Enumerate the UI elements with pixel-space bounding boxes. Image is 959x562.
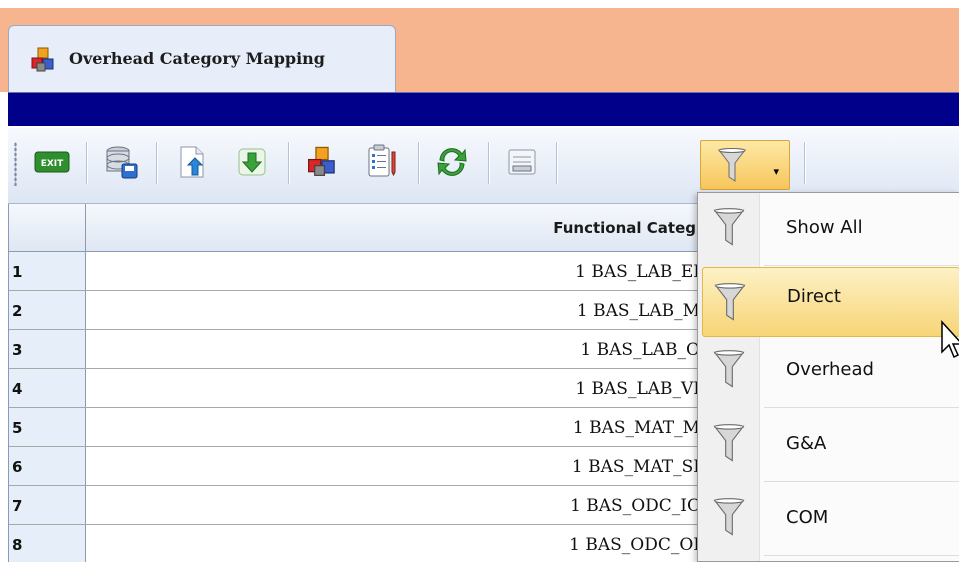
chevron-down-icon: ▾ <box>773 165 779 178</box>
row-number[interactable]: 1 <box>9 252 86 290</box>
menu-item-label: Direct <box>787 286 841 307</box>
menu-item-com[interactable]: COM <box>698 483 959 553</box>
mouse-cursor-icon <box>941 320 959 359</box>
categories-button[interactable] <box>300 140 344 184</box>
menu-item-label: Overhead <box>786 359 874 380</box>
menu-separator <box>764 555 959 556</box>
row-number[interactable]: 3 <box>9 330 86 368</box>
tab-overhead-category-mapping[interactable]: Overhead Category Mapping <box>8 25 396 92</box>
checklist-icon <box>368 144 396 177</box>
refresh-icon <box>437 148 467 176</box>
table-cell[interactable]: 1 BAS_MAT_SI <box>87 447 702 485</box>
exit-button[interactable]: EXIT <box>30 140 74 184</box>
menu-separator <box>764 407 959 408</box>
tab-label: Overhead Category Mapping <box>69 49 325 68</box>
menu-item-label: COM <box>786 507 829 528</box>
filter-funnel-icon <box>713 498 745 536</box>
row-number[interactable]: 4 <box>9 369 86 407</box>
grid-corner[interactable] <box>9 204 86 252</box>
toolbar-separator <box>288 142 289 184</box>
exit-icon: EXIT <box>34 151 70 173</box>
row-number[interactable]: 6 <box>9 447 86 485</box>
filter-funnel-icon <box>713 350 745 388</box>
exit-label: EXIT <box>41 159 64 169</box>
tab-strip: Overhead Category Mapping <box>0 0 959 92</box>
toolbar-separator <box>86 142 87 184</box>
menu-item-show-all[interactable]: Show All <box>698 193 959 263</box>
filter-funnel-icon <box>717 148 747 182</box>
table-cell[interactable]: 1 BAS_LAB_VI <box>87 369 702 407</box>
menu-separator <box>764 265 959 266</box>
cubes-icon <box>308 146 335 176</box>
table-cell[interactable]: 1 BAS_ODC_OI <box>87 525 702 562</box>
toolbar-separator <box>556 142 557 184</box>
table-cell[interactable]: 1 BAS_LAB_M <box>87 291 702 329</box>
print-button[interactable] <box>500 140 544 184</box>
toolbar-separator <box>418 142 419 184</box>
download-arrow-icon <box>238 148 266 176</box>
checklist-button[interactable] <box>360 140 404 184</box>
table-cell[interactable]: 1 BAS_ODC_IC <box>87 486 702 524</box>
toolbar-separator <box>804 142 805 184</box>
download-button[interactable] <box>230 140 274 184</box>
title-bar <box>8 92 959 126</box>
table-cell[interactable]: 1 BAS_LAB_EI <box>87 252 702 290</box>
row-number[interactable]: 5 <box>9 408 86 446</box>
row-number[interactable]: 8 <box>9 525 86 562</box>
table-cell[interactable]: 1 BAS_LAB_O <box>87 330 702 368</box>
database-save-icon <box>106 146 138 179</box>
save-button[interactable] <box>100 140 144 184</box>
filter-dropdown-button[interactable]: ▾ <box>700 140 790 190</box>
menu-item-label: G&A <box>786 433 827 454</box>
filter-menu: Show All Direct Overhead G&A COM <box>697 192 959 562</box>
cubes-icon <box>31 47 54 72</box>
row-number[interactable]: 2 <box>9 291 86 329</box>
menu-item-label: Show All <box>786 217 863 238</box>
column-header-functional-category[interactable]: Functional Categ <box>87 204 702 252</box>
menu-item-ga[interactable]: G&A <box>698 409 959 479</box>
row-number[interactable]: 7 <box>9 486 86 524</box>
toolbar-separator <box>488 142 489 184</box>
refresh-button[interactable] <box>430 140 474 184</box>
toolbar-grip[interactable] <box>14 142 17 186</box>
filter-funnel-icon <box>714 283 746 321</box>
filter-funnel-icon <box>713 424 745 462</box>
menu-item-direct[interactable]: Direct <box>702 267 959 337</box>
export-button[interactable] <box>170 140 214 184</box>
table-cell[interactable]: 1 BAS_MAT_M <box>87 408 702 446</box>
filter-funnel-icon <box>713 208 745 246</box>
document-export-icon <box>180 146 204 178</box>
printer-icon <box>508 149 536 175</box>
menu-item-overhead[interactable]: Overhead <box>698 335 959 405</box>
menu-separator <box>764 481 959 482</box>
toolbar-separator <box>156 142 157 184</box>
